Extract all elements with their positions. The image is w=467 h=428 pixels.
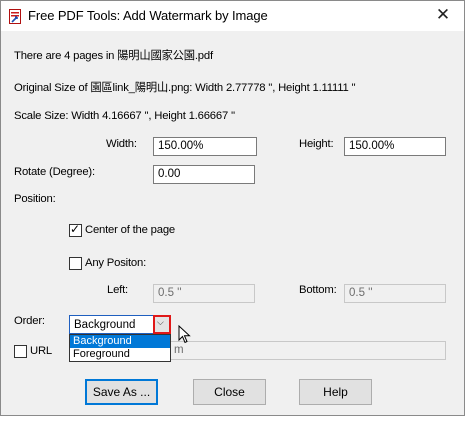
order-selected-value: Background <box>74 319 136 331</box>
height-label: Height: <box>299 138 334 150</box>
order-dropdown-list: Background Foreground <box>69 334 171 362</box>
left-input[interactable]: 0.5 '' <box>153 284 255 303</box>
order-option-foreground[interactable]: Foreground <box>70 348 170 361</box>
order-label: Order: <box>14 315 45 327</box>
add-watermark-dialog: Free PDF Tools: Add Watermark by Image ✕… <box>0 0 465 416</box>
close-window-icon[interactable]: ✕ <box>431 4 455 26</box>
page-count-info: There are 4 pages in 陽明山國家公園.pdf <box>14 50 213 62</box>
pdf-app-icon <box>9 9 21 24</box>
chevron-down-icon: ⌵ <box>157 317 164 327</box>
center-of-page-checkbox[interactable]: ✓ <box>69 222 82 237</box>
position-label: Position: <box>14 193 56 205</box>
rotate-input[interactable]: 0.00 <box>153 165 255 184</box>
order-select[interactable]: Background ⌵ <box>69 315 171 334</box>
checkmark-icon: ✓ <box>70 222 81 236</box>
url-label: URL <box>30 345 52 357</box>
width-input[interactable]: 150.00% <box>153 137 257 156</box>
order-option-background[interactable]: Background <box>70 335 170 348</box>
mouse-cursor-icon <box>178 325 191 344</box>
any-position-checkbox[interactable] <box>69 257 82 270</box>
rotate-label: Rotate (Degree): <box>14 166 95 178</box>
url-checkbox[interactable] <box>14 345 27 358</box>
url-input[interactable]: m <box>153 341 446 360</box>
window-title: Free PDF Tools: Add Watermark by Image <box>28 8 268 23</box>
close-button[interactable]: Close <box>193 379 266 405</box>
center-of-page-label: Center of the page <box>85 224 175 236</box>
any-position-label: Any Positon: <box>85 257 147 269</box>
original-size-info: Original Size of 園區link_陽明山.png: Width 2… <box>14 82 356 94</box>
left-label: Left: <box>107 284 128 296</box>
bottom-label: Bottom: <box>299 284 337 296</box>
bottom-input[interactable]: 0.5 '' <box>344 284 446 303</box>
save-as-button[interactable]: Save As ... <box>85 379 158 405</box>
width-label: Width: <box>106 138 137 150</box>
scale-size-info: Scale Size: Width 4.16667 '', Height 1.6… <box>14 110 235 122</box>
order-dropdown-button[interactable]: ⌵ <box>153 315 171 334</box>
title-bar: Free PDF Tools: Add Watermark by Image ✕ <box>1 1 464 31</box>
height-input[interactable]: 150.00% <box>344 137 446 156</box>
help-button[interactable]: Help <box>299 379 372 405</box>
